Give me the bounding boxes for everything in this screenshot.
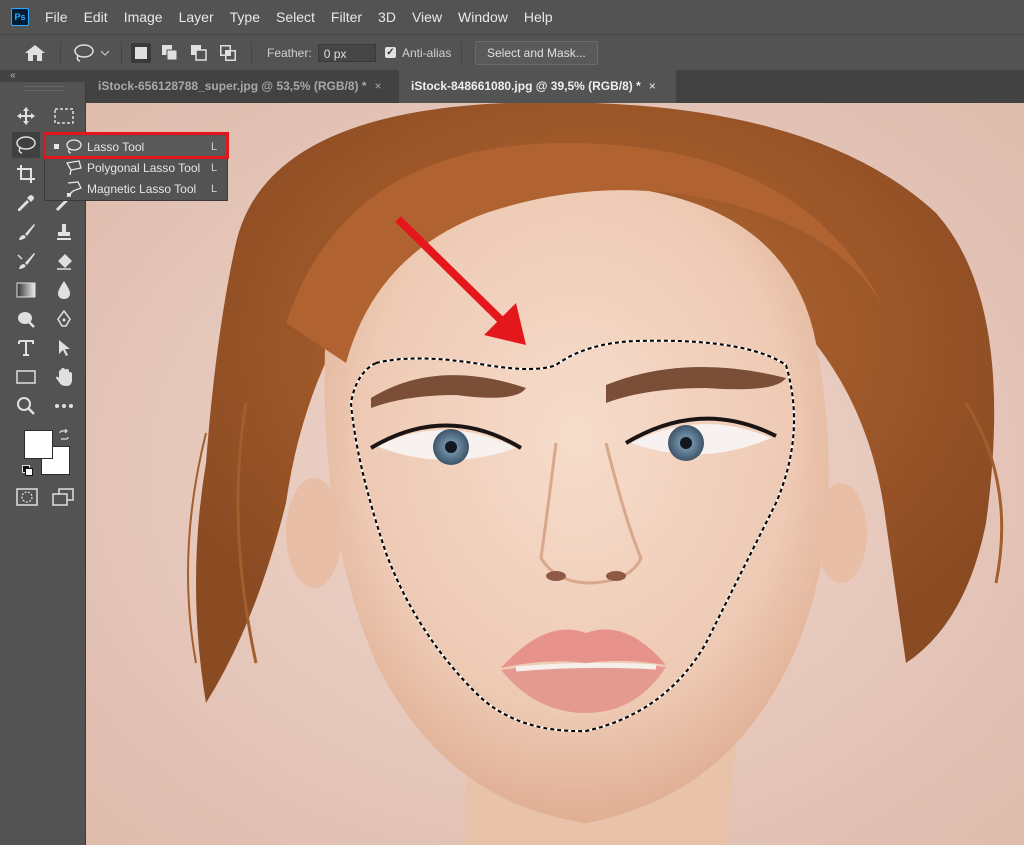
lasso-tool[interactable] xyxy=(12,132,40,158)
hand-tool[interactable] xyxy=(50,364,78,390)
menu-file[interactable]: File xyxy=(37,0,76,34)
new-selection-icon xyxy=(135,46,147,59)
blur-tool[interactable] xyxy=(50,277,78,303)
dodge-tool[interactable] xyxy=(12,306,40,332)
subtract-from-selection-button[interactable] xyxy=(189,43,209,63)
path-selection-tool[interactable] xyxy=(50,335,78,361)
intersect-selection-button[interactable] xyxy=(218,43,238,63)
add-to-selection-button[interactable] xyxy=(160,43,180,63)
tab-label: iStock-848661080.jpg @ 39,5% (RGB/8) * xyxy=(411,79,641,93)
flyout-label: Magnetic Lasso Tool xyxy=(87,181,197,196)
flyout-item-magnetic-lasso-tool[interactable]: Magnetic Lasso Tool L xyxy=(45,178,227,199)
screen-mode-icon xyxy=(52,488,74,506)
feather-label: Feather: xyxy=(267,45,312,60)
menu-image[interactable]: Image xyxy=(116,0,171,34)
photoshop-logo-icon: Ps xyxy=(11,8,29,26)
document-tabs: iStock-656128788_super.jpg @ 53,5% (RGB/… xyxy=(86,70,1024,103)
menu-3d[interactable]: 3D xyxy=(370,0,404,34)
eyedropper-tool[interactable] xyxy=(12,190,40,216)
polygonal-lasso-icon xyxy=(65,159,83,176)
clone-stamp-tool[interactable] xyxy=(50,219,78,245)
screen-mode-button[interactable] xyxy=(52,488,74,511)
quick-mask-button[interactable] xyxy=(16,488,38,511)
brush-icon xyxy=(19,224,35,240)
menu-type[interactable]: Type xyxy=(222,0,268,34)
menu-select[interactable]: Select xyxy=(268,0,323,34)
lasso-tool-highlight xyxy=(43,132,229,159)
menu-window[interactable]: Window xyxy=(450,0,516,34)
history-brush-icon xyxy=(17,253,35,269)
lasso-icon xyxy=(16,136,36,154)
swap-colors-icon[interactable] xyxy=(58,428,70,446)
menu-view[interactable]: View xyxy=(404,0,450,34)
move-icon xyxy=(17,107,35,125)
hand-icon xyxy=(56,368,72,386)
flyout-item-polygonal-lasso-tool[interactable]: Polygonal Lasso Tool L xyxy=(45,157,227,178)
toolbar-collapse-button[interactable]: « xyxy=(0,70,86,82)
tab-document-1[interactable]: iStock-656128788_super.jpg @ 53,5% (RGB/… xyxy=(86,70,399,103)
panel-grip[interactable] xyxy=(25,86,63,91)
flyout-label: Polygonal Lasso Tool xyxy=(87,160,201,175)
close-icon[interactable]: × xyxy=(375,79,382,93)
foreground-color-swatch[interactable] xyxy=(24,430,53,459)
home-icon xyxy=(25,44,45,61)
crop-tool[interactable] xyxy=(12,161,40,187)
type-tool[interactable] xyxy=(12,335,40,361)
rectangular-marquee-tool[interactable] xyxy=(50,103,78,129)
shortcut-key: L xyxy=(211,161,218,174)
quick-mask-icon xyxy=(16,488,38,506)
arrow-cursor-icon xyxy=(59,340,70,356)
shortcut-key: L xyxy=(211,182,218,195)
close-icon[interactable]: × xyxy=(649,79,656,93)
history-brush-tool[interactable] xyxy=(12,248,40,274)
more-icon xyxy=(55,404,73,408)
crop-icon xyxy=(17,165,35,183)
rectangle-tool[interactable] xyxy=(12,364,40,390)
anti-alias-label: Anti-alias xyxy=(402,45,452,60)
brush-tool[interactable] xyxy=(12,219,40,245)
menu-bar: Ps File Edit Image Layer Type Select Fil… xyxy=(0,0,1024,34)
anti-alias-checkbox[interactable]: ✓ xyxy=(385,47,396,58)
menu-help[interactable]: Help xyxy=(516,0,561,34)
home-button[interactable] xyxy=(24,35,46,70)
select-and-mask-button[interactable]: Select and Mask... xyxy=(475,40,598,65)
document-canvas[interactable] xyxy=(86,103,1024,845)
magnetic-lasso-icon xyxy=(65,180,83,197)
menu-layer[interactable]: Layer xyxy=(171,0,222,34)
zoom-tool[interactable] xyxy=(12,393,40,419)
lasso-icon xyxy=(74,43,94,62)
gradient-tool[interactable] xyxy=(12,277,40,303)
tab-document-2[interactable]: iStock-848661080.jpg @ 39,5% (RGB/8) * × xyxy=(399,70,676,103)
more-tools-button[interactable] xyxy=(50,393,78,419)
marquee-icon xyxy=(54,108,74,124)
eraser-icon xyxy=(57,254,72,270)
new-selection-button[interactable] xyxy=(131,42,151,63)
magnifier-icon xyxy=(17,397,35,415)
drop-icon xyxy=(58,281,70,299)
intersect-selection-icon xyxy=(220,44,236,61)
gradient-icon xyxy=(16,282,36,298)
dodge-icon xyxy=(18,312,35,328)
default-colors-icon[interactable] xyxy=(22,465,33,476)
options-bar: Feather: 0 px ✓ Anti-alias Select and Ma… xyxy=(0,34,1024,71)
eyedropper-icon xyxy=(18,195,34,211)
menu-filter[interactable]: Filter xyxy=(323,0,370,34)
eraser-tool[interactable] xyxy=(50,248,78,274)
move-tool[interactable] xyxy=(12,103,40,129)
subtract-selection-icon xyxy=(191,44,207,61)
type-icon xyxy=(18,340,34,356)
pen-tool[interactable] xyxy=(50,306,78,332)
stamp-icon xyxy=(57,224,71,240)
chevron-down-icon xyxy=(100,50,110,56)
tab-label: iStock-656128788_super.jpg @ 53,5% (RGB/… xyxy=(98,79,367,93)
menu-edit[interactable]: Edit xyxy=(76,0,116,34)
red-arrow-icon xyxy=(395,216,526,345)
add-selection-icon xyxy=(162,44,178,60)
pen-icon xyxy=(57,309,71,327)
tool-preset-picker[interactable] xyxy=(72,35,110,70)
feather-input[interactable]: 0 px xyxy=(317,43,376,62)
rectangle-icon xyxy=(16,370,36,384)
